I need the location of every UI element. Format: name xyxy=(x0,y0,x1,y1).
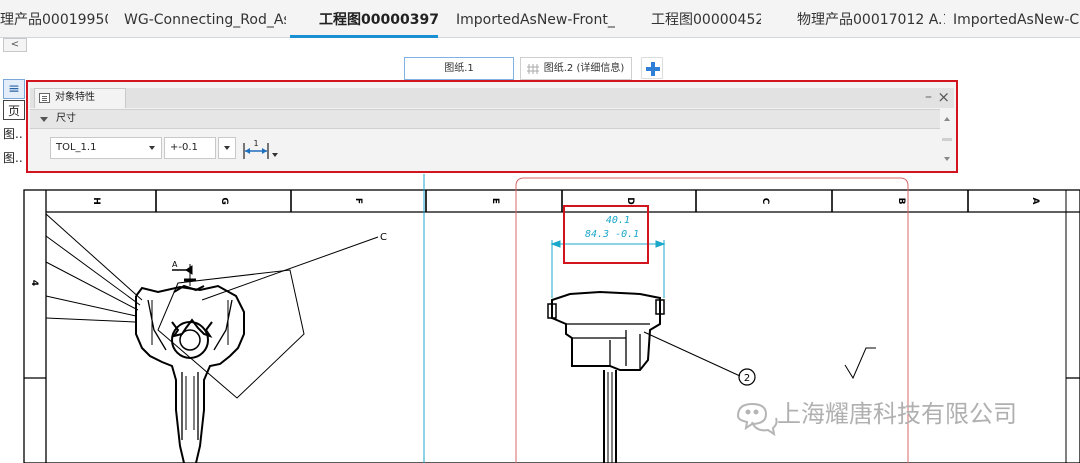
plus-icon[interactable] xyxy=(641,57,663,79)
properties-title: 对象特性 xyxy=(55,92,95,103)
properties-panel: 对象特性 – × 尺寸 TOL_1.1 +-0.1 1 xyxy=(26,80,958,173)
zone-letter-g: G xyxy=(219,197,229,204)
properties-tab[interactable]: 对象特性 xyxy=(34,88,126,108)
sheet-tab-2[interactable]: 图纸.2 (详细信息) xyxy=(520,57,632,80)
watermark-text: 上海耀唐科技有限公司 xyxy=(777,400,1017,428)
tab-drawing-00000452[interactable]: 工程图00000452 xyxy=(651,0,761,38)
side-item-drawing-1[interactable]: 图.. xyxy=(3,124,25,144)
minimize-icon[interactable]: – xyxy=(925,89,932,105)
tab-physical-product-00017012[interactable]: 物理产品00017012 A.1 xyxy=(797,0,945,38)
collapse-panel-button[interactable]: < xyxy=(3,38,27,52)
panel-scrollbar[interactable] xyxy=(940,109,954,169)
tolerance-standard-value: TOL_1.1 xyxy=(56,142,97,153)
scroll-down-icon[interactable] xyxy=(944,157,950,161)
app-window: 理产品00019950 WG-Connecting_Rod_Ass 工程图000… xyxy=(0,0,1080,463)
dimension-value: 84.3 -0.1 xyxy=(585,229,639,240)
zone-letter-c: C xyxy=(760,198,770,205)
tolerance-value-field[interactable]: +-0.1 xyxy=(164,137,216,159)
dimension-group-title: 尺寸 xyxy=(56,113,76,124)
zone-letter-a: A xyxy=(1030,198,1040,205)
dimension-symbol-icon[interactable]: 1 xyxy=(242,137,282,161)
properties-panel-header: 对象特性 – × xyxy=(30,88,954,108)
chevron-down-icon xyxy=(40,117,48,122)
dimension-84-3[interactable] xyxy=(550,240,666,298)
sheet-tab-2-label: 图纸.2 (详细信息) xyxy=(543,63,625,74)
sheet-tab-1[interactable]: 图纸.1 xyxy=(404,57,514,80)
balloon-2: 2 xyxy=(744,373,750,384)
dimension-group-header[interactable]: 尺寸 xyxy=(30,109,940,129)
list-icon[interactable]: ≡ xyxy=(3,79,25,99)
front-view-right[interactable] xyxy=(547,290,876,463)
zone-letter-f: F xyxy=(353,198,363,204)
chevron-down-icon[interactable] xyxy=(272,153,278,157)
tolerance-standard-select[interactable]: TOL_1.1 xyxy=(50,137,162,159)
zone-row-4: 4 xyxy=(29,280,39,286)
tolerance-value-dropdown[interactable] xyxy=(218,137,236,159)
chevron-down-icon xyxy=(224,146,230,150)
sheet-detail-icon xyxy=(527,64,539,74)
zone-letter-d: D xyxy=(625,197,635,204)
zone-letter-h: H xyxy=(91,197,101,205)
dimension-tolerance: 40.1 xyxy=(606,215,630,226)
document-tab-bar: 理产品00019950 WG-Connecting_Rod_Ass 工程图000… xyxy=(0,0,1080,38)
dimension-symbol-label: 1 xyxy=(253,139,258,148)
tab-imported-co[interactable]: ImportedAsNew-Co xyxy=(953,0,1080,38)
tab-drawing-00000397[interactable]: 工程图00000397 xyxy=(290,0,438,38)
tolerance-value: +-0.1 xyxy=(170,142,198,153)
close-icon[interactable]: × xyxy=(937,88,950,106)
section-view-left[interactable] xyxy=(45,213,379,463)
properties-icon xyxy=(39,93,50,103)
dimension-highlight xyxy=(563,205,649,264)
callout-c: C xyxy=(380,232,387,243)
side-item-page[interactable]: 页 xyxy=(3,100,25,120)
tab-imported-front[interactable]: ImportedAsNew-Front_L xyxy=(456,0,616,38)
scroll-up-icon[interactable] xyxy=(944,117,950,121)
wechat-logo xyxy=(736,402,778,437)
scroll-thumb[interactable] xyxy=(942,138,952,141)
left-tool-strip: < ≡ 页 图.. 图.. xyxy=(0,38,28,463)
zone-letter-e: E xyxy=(490,198,500,204)
side-item-drawing-2[interactable]: 图.. xyxy=(3,148,25,168)
tab-physical-product-00019950[interactable]: 理产品00019950 xyxy=(0,0,108,38)
callout-a: A xyxy=(172,260,178,269)
zone-letter-b: B xyxy=(896,198,906,205)
tab-wg-connecting-rod[interactable]: WG-Connecting_Rod_Ass xyxy=(124,0,286,38)
chevron-down-icon xyxy=(149,146,155,150)
